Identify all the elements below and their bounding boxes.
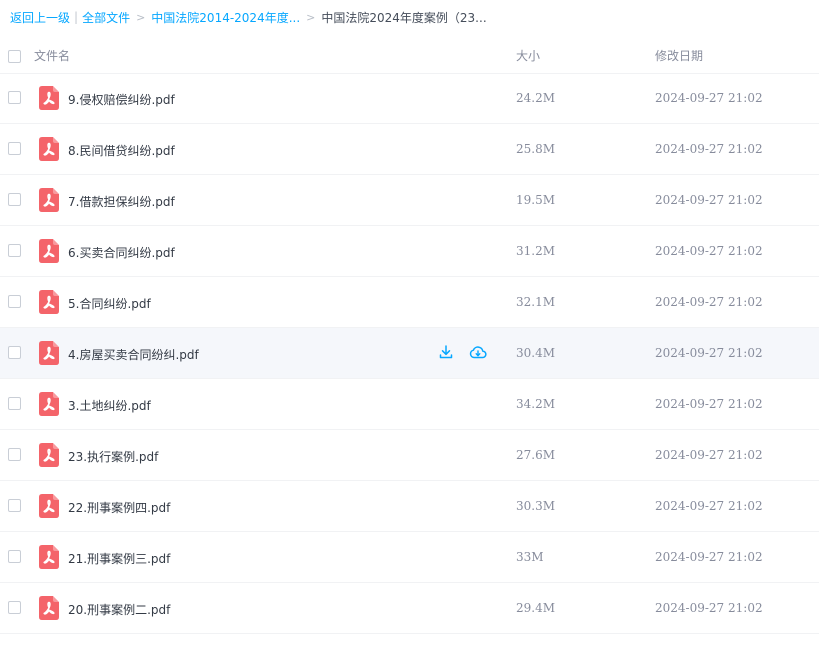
file-modified-date: 2024-09-27 21:02 — [655, 448, 763, 462]
file-row[interactable]: 6.买卖合同纠纷.pdf 31.2M 2024-09-27 21:02 — [0, 226, 819, 277]
pdf-file-icon — [39, 494, 59, 518]
file-size: 34.2M — [516, 397, 556, 411]
file-list: 9.侵权赔偿纠纷.pdf 24.2M 2024-09-27 21:02 8.民间… — [0, 73, 819, 634]
current-folder: 中国法院2024年度案例（23... — [321, 10, 487, 25]
save-to-cloud-icon[interactable] — [469, 344, 487, 360]
pdf-file-icon — [39, 188, 59, 212]
file-modified-date: 2024-09-27 21:02 — [655, 397, 763, 411]
row-checkbox[interactable] — [8, 193, 21, 206]
row-checkbox[interactable] — [8, 550, 21, 563]
column-header-name[interactable]: 文件名 — [34, 47, 70, 64]
file-size: 33M — [516, 550, 544, 564]
back-link[interactable]: 返回上一级 — [10, 9, 70, 26]
file-row[interactable]: 8.民间借贷纠纷.pdf 25.8M 2024-09-27 21:02 — [0, 124, 819, 175]
file-row[interactable]: 21.刑事案例三.pdf 33M 2024-09-27 21:02 — [0, 532, 819, 583]
row-checkbox[interactable] — [8, 91, 21, 104]
breadcrumb-pipe: | — [74, 10, 79, 24]
file-row[interactable]: 7.借款担保纠纷.pdf 19.5M 2024-09-27 21:02 — [0, 175, 819, 226]
pdf-file-icon — [39, 341, 59, 365]
column-header-date[interactable]: 修改日期 — [655, 47, 703, 64]
file-modified-date: 2024-09-27 21:02 — [655, 295, 763, 309]
file-size: 30.4M — [516, 346, 556, 360]
file-size: 32.1M — [516, 295, 556, 309]
pdf-file-icon — [39, 86, 59, 110]
file-size: 24.2M — [516, 91, 556, 105]
parent-folder-link[interactable]: 中国法院2014-2024年度... — [151, 9, 300, 26]
file-row[interactable]: 22.刑事案例四.pdf 30.3M 2024-09-27 21:02 — [0, 481, 819, 532]
file-name[interactable]: 7.借款担保纠纷.pdf — [68, 193, 175, 210]
file-row[interactable]: 23.执行案例.pdf 27.6M 2024-09-27 21:02 — [0, 430, 819, 481]
row-checkbox[interactable] — [8, 142, 21, 155]
pdf-file-icon — [39, 137, 59, 161]
file-modified-date: 2024-09-27 21:02 — [655, 244, 763, 258]
file-modified-date: 2024-09-27 21:02 — [655, 346, 763, 360]
file-name[interactable]: 21.刑事案例三.pdf — [68, 550, 170, 567]
breadcrumb: 返回上一级 | 全部文件 > 中国法院2014-2024年度... > 中国法院… — [10, 9, 487, 25]
file-row[interactable]: 5.合同纠纷.pdf 32.1M 2024-09-27 21:02 — [0, 277, 819, 328]
file-modified-date: 2024-09-27 21:02 — [655, 193, 763, 207]
file-modified-date: 2024-09-27 21:02 — [655, 550, 763, 564]
column-header-size[interactable]: 大小 — [516, 47, 540, 64]
row-checkbox[interactable] — [8, 448, 21, 461]
file-modified-date: 2024-09-27 21:02 — [655, 499, 763, 513]
row-checkbox[interactable] — [8, 601, 21, 614]
row-checkbox[interactable] — [8, 499, 21, 512]
row-checkbox[interactable] — [8, 244, 21, 257]
file-row[interactable]: 9.侵权赔偿纠纷.pdf 24.2M 2024-09-27 21:02 — [0, 73, 819, 124]
file-modified-date: 2024-09-27 21:02 — [655, 142, 763, 156]
row-checkbox[interactable] — [8, 397, 21, 410]
file-name[interactable]: 5.合同纠纷.pdf — [68, 295, 151, 312]
breadcrumb-separator: > — [136, 10, 146, 24]
row-checkbox[interactable] — [8, 295, 21, 308]
file-size: 25.8M — [516, 142, 556, 156]
file-row[interactable]: 3.土地纠纷.pdf 34.2M 2024-09-27 21:02 — [0, 379, 819, 430]
file-row[interactable]: 4.房屋买卖合同纷纠.pdf 30.4M 2024-09-27 21:02 — [0, 328, 819, 379]
pdf-file-icon — [39, 392, 59, 416]
file-name[interactable]: 23.执行案例.pdf — [68, 448, 158, 465]
file-modified-date: 2024-09-27 21:02 — [655, 601, 763, 615]
breadcrumb-separator: > — [306, 10, 316, 24]
file-name[interactable]: 6.买卖合同纠纷.pdf — [68, 244, 175, 261]
pdf-file-icon — [39, 545, 59, 569]
file-size: 30.3M — [516, 499, 556, 513]
pdf-file-icon — [39, 239, 59, 263]
row-checkbox[interactable] — [8, 346, 21, 359]
file-name[interactable]: 3.土地纠纷.pdf — [68, 397, 151, 414]
pdf-file-icon — [39, 443, 59, 467]
file-size: 29.4M — [516, 601, 556, 615]
file-name[interactable]: 22.刑事案例四.pdf — [68, 499, 170, 516]
file-modified-date: 2024-09-27 21:02 — [655, 91, 763, 105]
file-list-header: 文件名 大小 修改日期 — [0, 38, 819, 74]
file-name[interactable]: 8.民间借贷纠纷.pdf — [68, 142, 175, 159]
file-name[interactable]: 9.侵权赔偿纠纷.pdf — [68, 91, 175, 108]
file-row[interactable]: 20.刑事案例二.pdf 29.4M 2024-09-27 21:02 — [0, 583, 819, 634]
file-name[interactable]: 20.刑事案例二.pdf — [68, 601, 170, 618]
file-size: 27.6M — [516, 448, 556, 462]
file-size: 31.2M — [516, 244, 556, 258]
pdf-file-icon — [39, 290, 59, 314]
pdf-file-icon — [39, 596, 59, 620]
select-all-checkbox[interactable] — [8, 50, 21, 63]
file-size: 19.5M — [516, 193, 556, 207]
download-icon[interactable] — [438, 344, 454, 360]
all-files-link[interactable]: 全部文件 — [82, 9, 130, 26]
file-name[interactable]: 4.房屋买卖合同纷纠.pdf — [68, 346, 199, 363]
